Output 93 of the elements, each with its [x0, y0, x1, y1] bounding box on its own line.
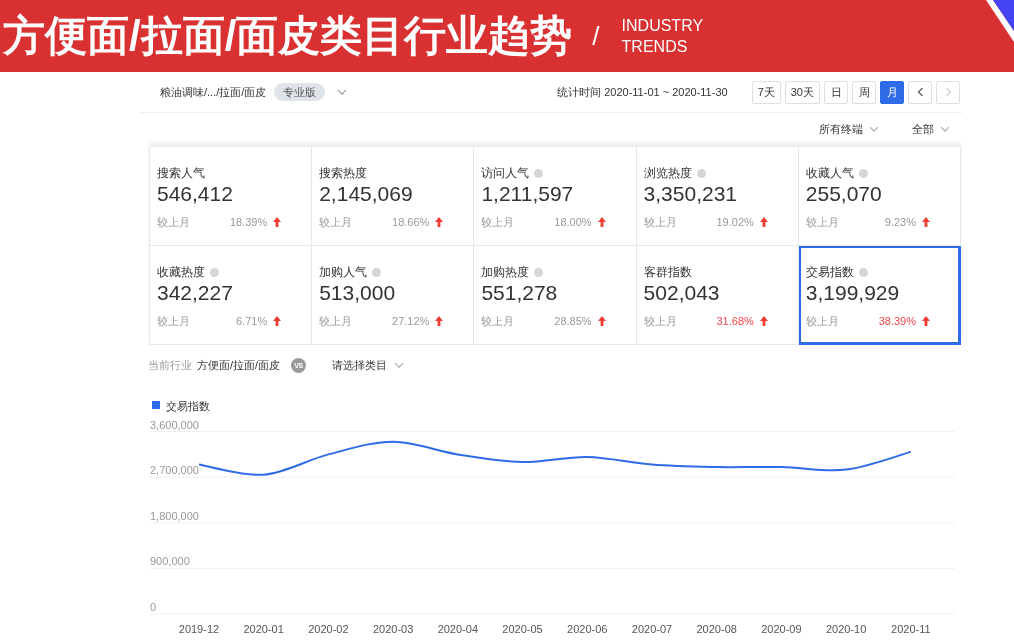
metric-card[interactable]: 收藏热度 342,227 较上月 6.71% — [150, 246, 313, 345]
edition-badge: 专业版 — [274, 83, 326, 101]
metric-label: 浏览热度 — [643, 165, 692, 181]
current-category: 方便面/拉面/面皮 — [197, 357, 281, 373]
metric-card[interactable]: 加购人气 513,000 较上月 27.12% — [312, 246, 475, 345]
metric-label: 收藏热度 — [157, 264, 205, 280]
axis-label: 3,600,000 — [150, 418, 199, 431]
compare-label: 较上月 — [319, 214, 353, 230]
filter-dropdown[interactable]: 全部 — [912, 122, 950, 137]
metric-label: 搜索热度 — [319, 165, 368, 181]
period-tab[interactable]: 月 — [880, 80, 904, 104]
axis-label: 2019-12 — [178, 623, 220, 635]
change-value: 31.68% — [716, 315, 754, 327]
axis-label: 2020-01 — [243, 623, 284, 635]
metric-value: 255,070 — [805, 182, 883, 206]
compare-label: 较上月 — [805, 313, 839, 329]
corner-stripe-icon — [986, 0, 1014, 42]
metric-card[interactable]: 加购热度 551,278 较上月 28.85% — [474, 246, 637, 345]
change-value: 9.23% — [884, 216, 916, 228]
legend-swatch-icon — [152, 401, 160, 409]
metric-label: 加购人气 — [319, 264, 368, 280]
change-value: 19.02% — [716, 216, 754, 228]
metric-value: 551,278 — [481, 281, 559, 305]
metric-value: 513,000 — [319, 281, 397, 305]
axis-label: 2020-11 — [891, 623, 931, 635]
compare-label: 较上月 — [805, 214, 839, 230]
metric-card[interactable]: 客群指数 502,043 较上月 31.68% — [636, 246, 799, 345]
title-subtitle: INDUSTRY TRENDS — [621, 16, 703, 57]
chevron-down-icon[interactable] — [337, 88, 348, 96]
filter-dropdown[interactable]: 所有终端 — [819, 122, 879, 137]
axis-label: 2020-06 — [567, 623, 608, 635]
axis-label: 0 — [150, 601, 157, 613]
compare-label: 较上月 — [319, 313, 353, 329]
metric-value: 546,412 — [157, 182, 234, 206]
axis-label: 2020-09 — [761, 623, 802, 635]
change-value: 18.39% — [229, 216, 268, 228]
period-tab[interactable]: 7天 — [751, 80, 781, 104]
change-value: 38.39% — [878, 315, 916, 327]
metric-label: 客群指数 — [643, 264, 692, 280]
chevron-down-icon — [940, 126, 950, 133]
chevron-down-icon — [869, 126, 879, 133]
compare-label: 较上月 — [643, 313, 677, 329]
axis-label: 2020-03 — [372, 623, 414, 635]
change-value: 18.66% — [392, 216, 430, 228]
chevron-right-icon — [944, 87, 952, 97]
axis-label: 2020-02 — [308, 623, 349, 635]
period-tab[interactable]: 周 — [852, 80, 876, 104]
chevron-left-icon — [916, 87, 924, 97]
metric-label: 交易指数 — [805, 264, 854, 280]
metric-card[interactable]: 搜索热度 2,145,069 较上月 18.66% — [312, 147, 475, 246]
legend-label: 交易指数 — [166, 399, 210, 412]
compare-label: 较上月 — [157, 214, 190, 230]
metric-card[interactable]: 交易指数 3,199,929 较上月 38.39% — [798, 246, 961, 345]
axis-label: 1,800,000 — [150, 509, 199, 522]
metric-label: 访问人气 — [481, 165, 530, 181]
axis-label: 2020-08 — [696, 623, 737, 635]
metric-value: 3,350,231 — [643, 182, 739, 206]
metric-card[interactable]: 浏览热度 3,350,231 较上月 19.02% — [636, 147, 799, 246]
axis-label: 900,000 — [150, 555, 190, 568]
metric-label: 搜索人气 — [157, 165, 205, 181]
page-title: 方便面/拉面/面皮类目行业趋势 — [3, 11, 573, 61]
field-label: 当前行业 — [148, 357, 192, 373]
title-separator: / — [592, 21, 600, 51]
axis-label: 2020-07 — [631, 623, 673, 635]
category-dropdown[interactable]: 请选择类目 — [332, 357, 405, 373]
compare-label: 较上月 — [643, 214, 677, 230]
metric-card[interactable]: 收藏人气 255,070 较上月 9.23% — [798, 147, 961, 246]
date-range: 统计时间 2020-11-01 ~ 2020-11-30 — [557, 84, 728, 100]
compare-label: 较上月 — [157, 313, 190, 329]
axis-label: 2020-05 — [502, 623, 543, 635]
metric-value: 3,199,929 — [805, 281, 901, 305]
compare-label: 较上月 — [481, 214, 515, 230]
chevron-down-icon — [394, 361, 405, 369]
metric-value: 2,145,069 — [319, 182, 414, 206]
period-tab[interactable]: 30天 — [784, 80, 820, 104]
breadcrumb: 粮油调味/.../拉面/面皮 — [160, 84, 267, 100]
change-value: 28.85% — [554, 315, 592, 327]
previous-button[interactable] — [908, 80, 932, 104]
change-value: 6.71% — [236, 315, 268, 327]
metric-label: 收藏人气 — [805, 165, 854, 181]
metric-value: 342,227 — [157, 281, 234, 305]
change-value: 27.12% — [392, 315, 430, 327]
axis-label: 2020-10 — [825, 623, 867, 635]
change-value: 18.00% — [554, 216, 592, 228]
axis-label: 2,700,000 — [150, 464, 199, 477]
metric-card[interactable]: 搜索人气 546,412 较上月 18.39% — [150, 147, 313, 246]
metric-card[interactable]: 访问人气 1,211,597 较上月 18.00% — [474, 147, 637, 246]
metric-value: 1,211,597 — [481, 182, 575, 206]
period-tab[interactable]: 日 — [824, 80, 848, 104]
metric-label: 加购热度 — [481, 264, 530, 280]
metric-value: 502,043 — [643, 281, 721, 305]
axis-label: 2020-04 — [437, 623, 478, 635]
compare-label: 较上月 — [481, 313, 515, 329]
